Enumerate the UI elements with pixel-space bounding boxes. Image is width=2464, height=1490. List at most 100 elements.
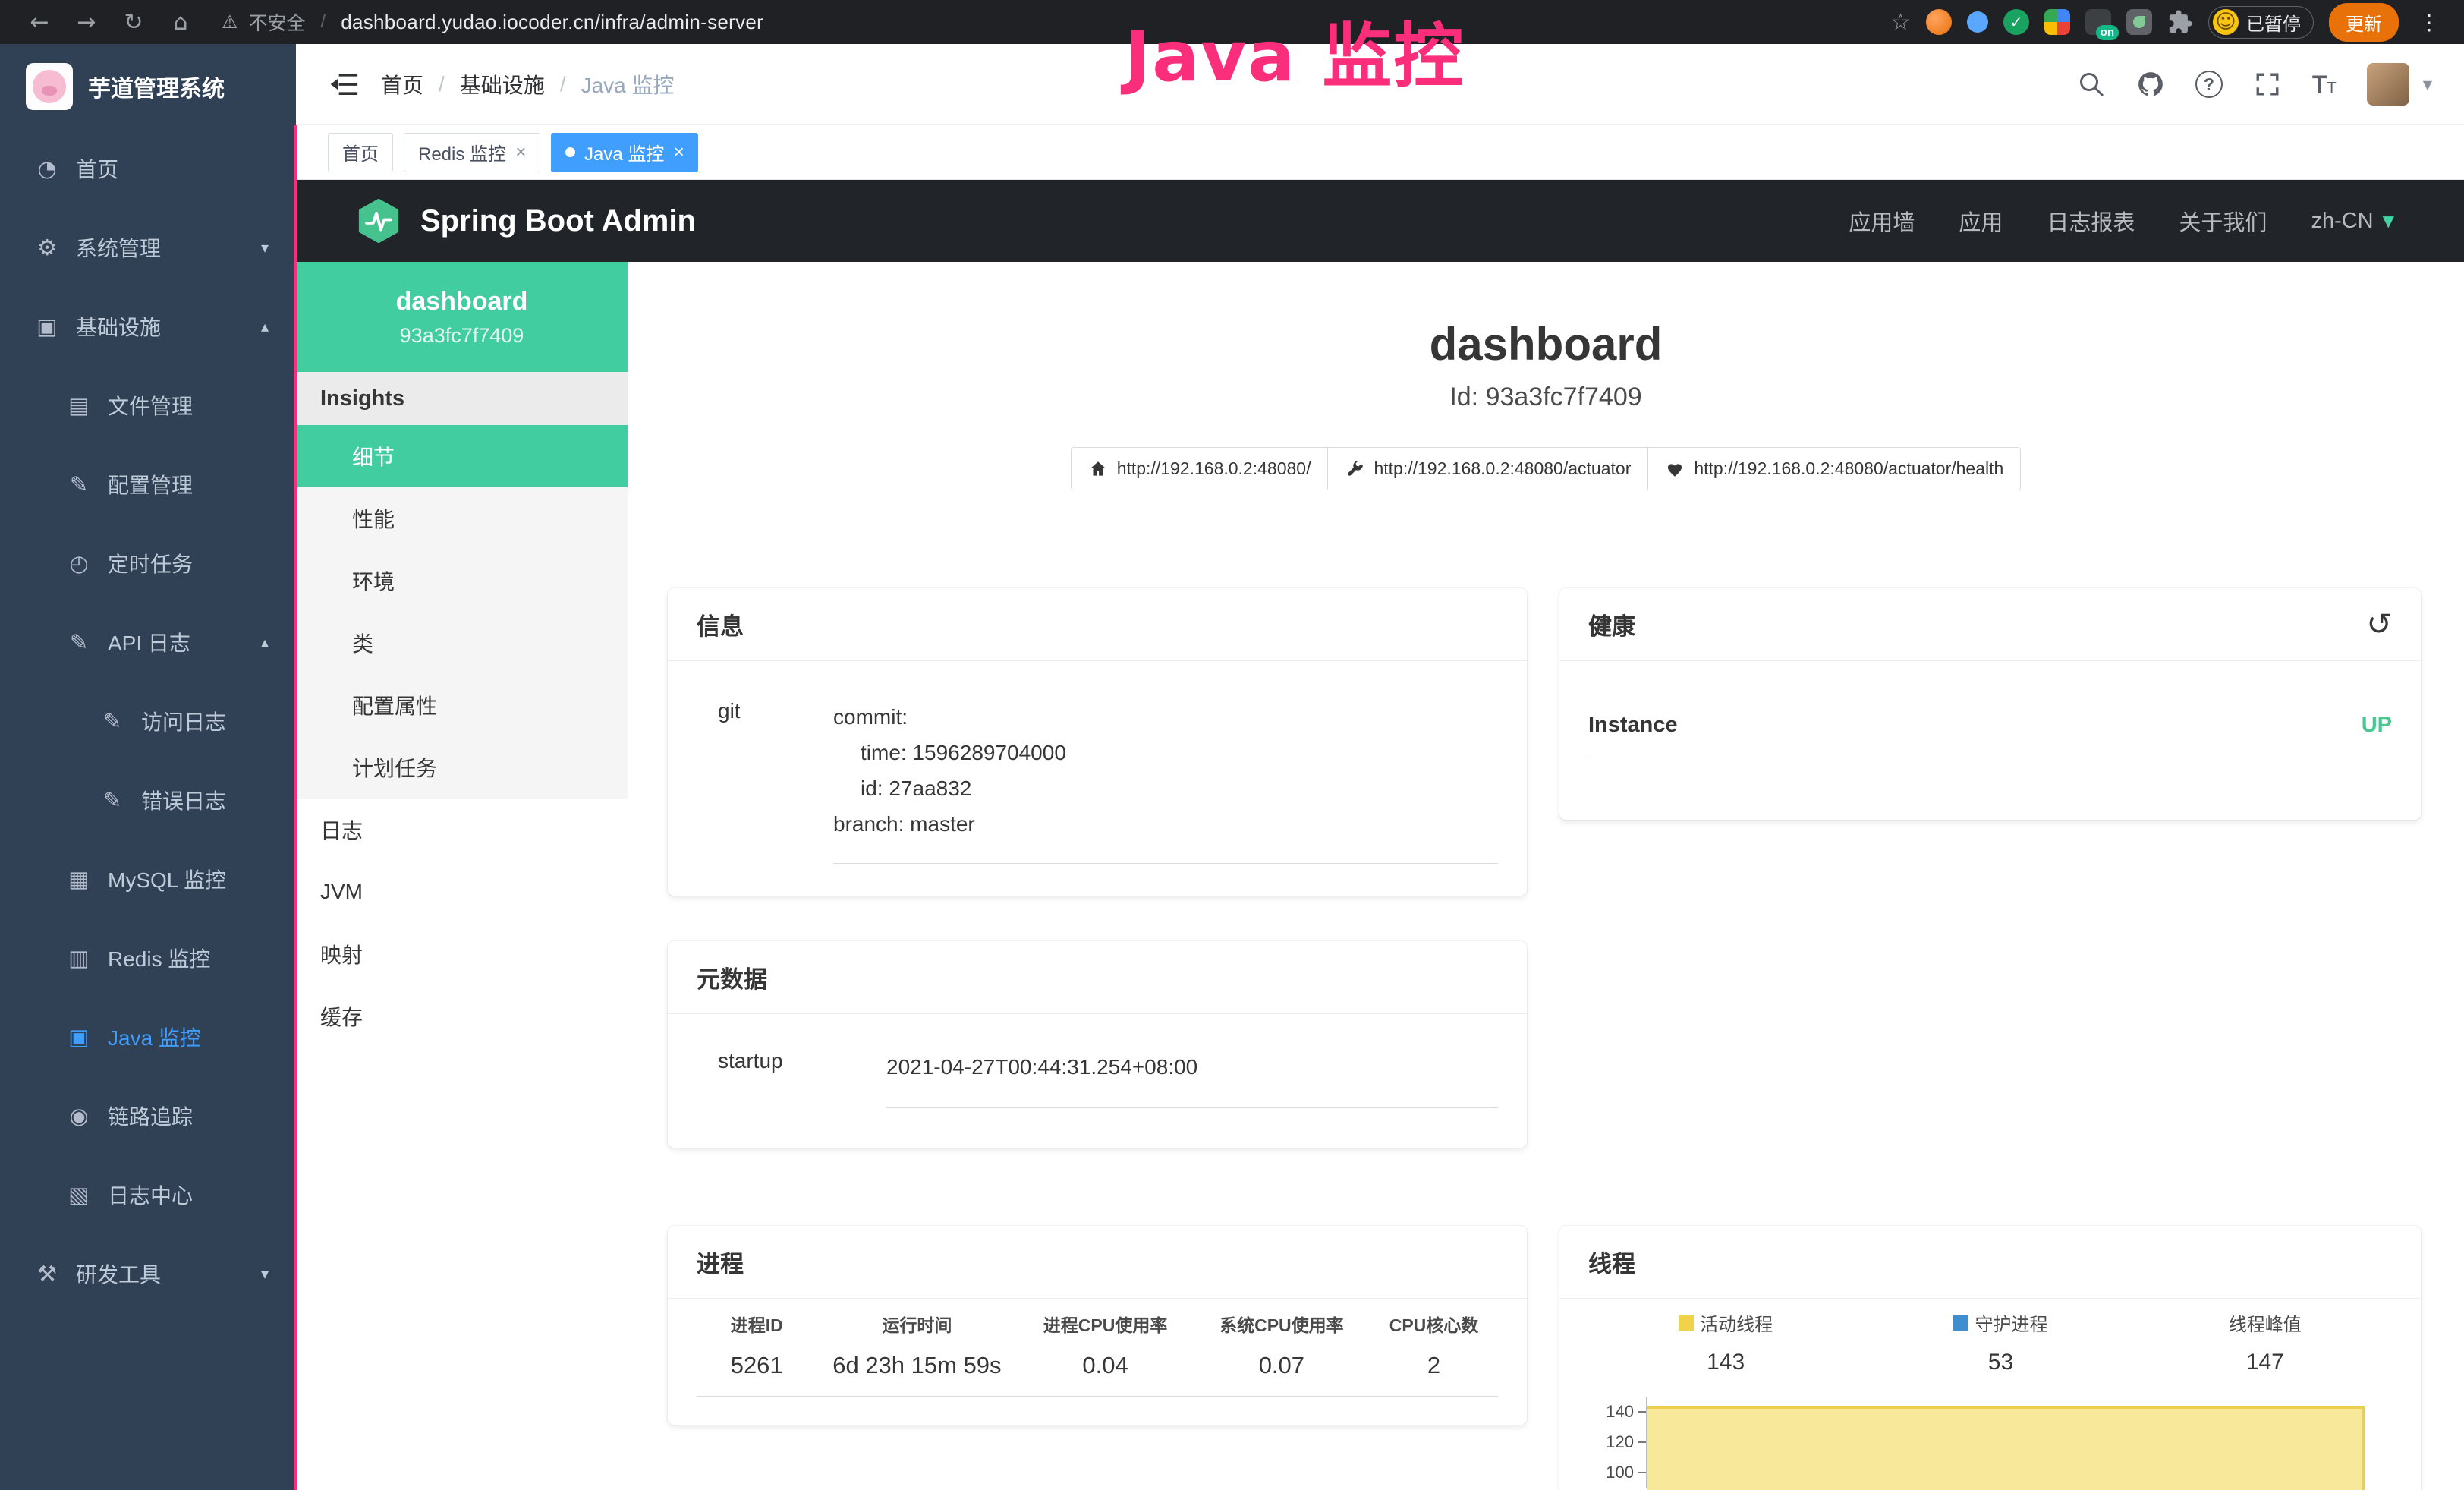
sba-logo-icon: [357, 199, 401, 243]
sba-menu-metrics[interactable]: 性能: [296, 487, 628, 550]
app-title: 芋道管理系统: [88, 70, 225, 103]
instance-name: dashboard: [396, 287, 528, 317]
language-selector[interactable]: zh-CN ▼: [2311, 209, 2394, 234]
forward-icon[interactable]: →: [67, 9, 106, 36]
sba-sidebar: dashboard 93a3fc7f7409 Insights 细节 性能 环境…: [296, 262, 628, 1490]
database-icon: ▦: [65, 866, 93, 892]
sidebar-item-log-center[interactable]: ▧ 日志中心: [0, 1155, 296, 1234]
address-bar[interactable]: ⚠ 不安全 / dashboard.yudao.iocoder.cn/infra…: [222, 8, 763, 36]
instance-header[interactable]: dashboard 93a3fc7f7409: [296, 262, 628, 372]
sba-nav: 应用墙 应用 日志报表 关于我们 zh-CN ▼: [1849, 205, 2394, 237]
actuator-url-button[interactable]: http://192.168.0.2:48080/actuator: [1327, 447, 1648, 490]
bookmark-star-icon[interactable]: ☆: [1890, 9, 1911, 36]
sba-nav-about[interactable]: 关于我们: [2179, 205, 2267, 237]
url-text[interactable]: dashboard.yudao.iocoder.cn/infra/admin-s…: [341, 11, 763, 34]
layers-icon: ▥: [65, 945, 93, 971]
file-icon: ▤: [65, 392, 93, 418]
admin-sidebar: 芋道管理系统 ◔ 首页 ⚙ 系统管理 ▾ ▣ 基础设施 ▴ ▤ 文件管理 ✎ 配…: [0, 44, 296, 1490]
breadcrumb: 首页 / 基础设施 / Java 监控: [381, 69, 675, 99]
tab-redis-monitor[interactable]: Redis 监控 ×: [404, 133, 540, 172]
extension-icon-switch[interactable]: on: [2085, 9, 2111, 35]
breadcrumb-infrastructure[interactable]: 基础设施: [460, 69, 545, 99]
tab-home[interactable]: 首页: [328, 133, 393, 172]
startup-key: startup: [697, 1049, 886, 1108]
sidebar-item-dev-tools[interactable]: ⚒ 研发工具 ▾: [0, 1234, 296, 1313]
annotation-line: [294, 125, 297, 1490]
history-icon[interactable]: ↺: [2366, 607, 2392, 642]
tab-java-monitor[interactable]: Java 监控 ×: [551, 133, 698, 172]
metadata-card: 元数据 startup 2021-04-27T00:44:31.254+08:0…: [668, 941, 1527, 1148]
instance-links: http://192.168.0.2:48080/ http://192.168…: [628, 447, 2464, 490]
url-separator: /: [321, 11, 326, 33]
sba-menu-logs[interactable]: 日志: [296, 799, 628, 861]
health-card: 健康 ↺ Instance UP: [1559, 588, 2421, 820]
update-button[interactable]: 更新: [2329, 3, 2399, 42]
extensions-menu-icon[interactable]: [2167, 9, 2193, 35]
sidebar-item-error-logs[interactable]: ✎ 错误日志: [0, 761, 296, 840]
sidebar-item-config-mgmt[interactable]: ✎ 配置管理: [0, 445, 296, 524]
health-instance-row[interactable]: Instance UP: [1588, 693, 2392, 758]
sidebar-item-api-logs[interactable]: ✎ API 日志 ▴: [0, 603, 296, 682]
sidebar-item-mysql-monitor[interactable]: ▦ MySQL 监控: [0, 840, 296, 918]
metadata-card-title: 元数据: [668, 941, 1527, 1014]
eye-icon: ◉: [65, 1103, 93, 1129]
sba-nav-journal[interactable]: 日志报表: [2047, 205, 2135, 237]
close-icon[interactable]: ×: [515, 142, 526, 163]
sba-menu-scheduled-tasks[interactable]: 计划任务: [296, 736, 628, 799]
user-avatar[interactable]: [2367, 63, 2409, 106]
extension-icon-colorgrid[interactable]: [2044, 9, 2070, 35]
profile-chip[interactable]: ☺ 已暂停: [2208, 6, 2314, 39]
annotation-text: Java 监控: [1125, 0, 1465, 101]
github-icon[interactable]: [2136, 70, 2165, 99]
extension-icon-leaf[interactable]: [2126, 9, 2152, 35]
breadcrumb-home[interactable]: 首页: [381, 69, 423, 99]
fullscreen-icon[interactable]: [2253, 70, 2282, 99]
sidebar-item-access-logs[interactable]: ✎ 访问日志: [0, 682, 296, 761]
uptime-col: 运行时间 6d 23h 15m 59s: [817, 1311, 1017, 1379]
sba-main: dashboard Id: 93a3fc7f7409 http://192.16…: [628, 262, 2464, 1490]
process-card-title: 进程: [668, 1226, 1527, 1299]
close-icon[interactable]: ×: [673, 142, 684, 163]
browser-actions: ☆ ✓ on ☺ 已暂停 更新 ⋮: [1890, 3, 2444, 42]
sba-menu-details[interactable]: 细节: [296, 425, 628, 487]
cpu-cores-col: CPU核心数 2: [1370, 1311, 1498, 1379]
sidebar-item-home[interactable]: ◔ 首页: [0, 129, 296, 208]
app-logo-row[interactable]: 芋道管理系统: [0, 44, 296, 129]
sidebar-item-scheduled-jobs[interactable]: ◴ 定时任务: [0, 524, 296, 603]
sidebar-item-java-monitor[interactable]: ▣ Java 监控: [0, 997, 296, 1076]
breadcrumb-separator: /: [560, 72, 566, 96]
sba-brand[interactable]: Spring Boot Admin: [357, 199, 696, 243]
sidebar-item-file-mgmt[interactable]: ▤ 文件管理: [0, 366, 296, 445]
sba-menu-jvm[interactable]: JVM: [296, 861, 628, 923]
extension-icon-green-check[interactable]: ✓: [2003, 9, 2029, 35]
sba-nav-wallboard[interactable]: 应用墙: [1849, 205, 1915, 237]
health-url-button[interactable]: http://192.168.0.2:48080/actuator/health: [1647, 447, 2021, 490]
extension-icon-orange[interactable]: [1926, 9, 1952, 35]
sidebar-item-redis-monitor[interactable]: ▥ Redis 监控: [0, 918, 296, 997]
sba-menu-classes[interactable]: 类: [296, 612, 628, 674]
back-icon[interactable]: ←: [20, 9, 59, 36]
sidebar-item-system-mgmt[interactable]: ⚙ 系统管理 ▾: [0, 208, 296, 287]
search-icon[interactable]: [2077, 70, 2106, 99]
security-label[interactable]: 不安全: [249, 8, 306, 36]
browser-home-icon[interactable]: ⌂: [161, 9, 200, 36]
font-size-icon[interactable]: TT: [2312, 71, 2337, 99]
reload-icon[interactable]: ↻: [114, 9, 153, 36]
page-title: dashboard: [628, 318, 2464, 370]
sidebar-item-trace[interactable]: ◉ 链路追踪: [0, 1076, 296, 1155]
help-icon[interactable]: ?: [2195, 71, 2223, 98]
extension-icon-blue[interactable]: [1967, 11, 1988, 33]
sba-menu-caches[interactable]: 缓存: [296, 985, 628, 1047]
sba-menu-mappings[interactable]: 映射: [296, 923, 628, 985]
browser-menu-icon[interactable]: ⋮: [2414, 10, 2444, 35]
sba-nav-applications[interactable]: 应用: [1959, 205, 2003, 237]
edit-icon: ✎: [65, 471, 93, 497]
service-url-button[interactable]: http://192.168.0.2:48080/: [1071, 447, 1329, 490]
collapse-sidebar-icon[interactable]: [328, 68, 361, 101]
sba-menu-config-props[interactable]: 配置属性: [296, 674, 628, 736]
sidebar-item-infrastructure[interactable]: ▣ 基础设施 ▴: [0, 287, 296, 366]
git-key: git: [697, 699, 833, 864]
process-id-col: 进程ID 5261: [697, 1311, 817, 1379]
breadcrumb-separator: /: [439, 72, 445, 96]
sba-menu-environment[interactable]: 环境: [296, 550, 628, 612]
